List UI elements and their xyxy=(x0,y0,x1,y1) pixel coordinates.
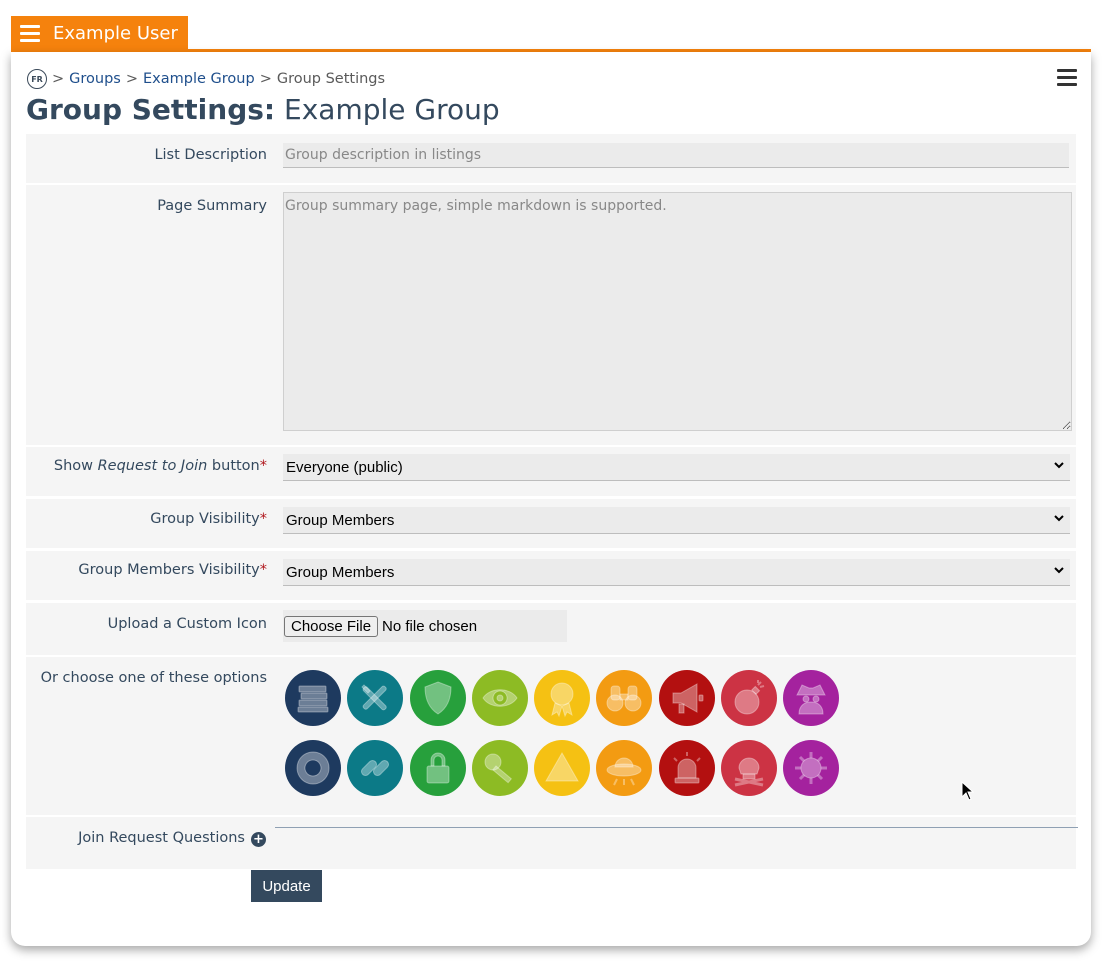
content-panel: FR > Groups > Example Group > Group Sett… xyxy=(11,52,1091,946)
icon-grid xyxy=(285,670,840,796)
page-menu-icon[interactable] xyxy=(1057,69,1077,86)
members-visibility-label: Group Members Visibility* xyxy=(78,562,267,578)
members-visibility-select[interactable]: Group Members xyxy=(283,559,1070,586)
add-question-icon[interactable]: + xyxy=(251,832,266,847)
user-menu-tab[interactable]: Example User xyxy=(11,16,188,51)
breadcrumb-group-link[interactable]: Example Group xyxy=(143,71,255,87)
list-description-input[interactable] xyxy=(283,143,1069,168)
breadcrumb-separator: > xyxy=(259,71,272,87)
life-ring-icon[interactable] xyxy=(285,740,341,796)
questions-divider xyxy=(275,827,1078,828)
eye-icon[interactable] xyxy=(471,670,528,726)
update-button[interactable]: Update xyxy=(251,870,322,902)
file-upload: Choose File No file chosen xyxy=(283,610,567,642)
breadcrumb-current: Group Settings xyxy=(276,71,386,87)
breadcrumb-groups-link[interactable]: Groups xyxy=(69,71,121,87)
file-status: No file chosen xyxy=(382,617,478,635)
megaphone-icon[interactable] xyxy=(658,670,715,726)
chevron-down-icon xyxy=(1054,462,1064,469)
home-logo-icon[interactable]: FR xyxy=(27,69,47,89)
page-title-prefix: Group Settings: xyxy=(26,93,276,126)
books-icon[interactable] xyxy=(285,670,341,726)
custom-icon-label: Upload a Custom Icon xyxy=(107,616,267,632)
award-icon[interactable] xyxy=(534,670,591,726)
breadcrumb-separator: > xyxy=(125,71,139,87)
lock-icon[interactable] xyxy=(409,740,466,796)
members-visibility-selected: Group Members xyxy=(286,563,395,581)
request-to-join-row: Show Request to Join button* Everyone (p… xyxy=(26,447,1076,496)
choose-file-button[interactable]: Choose File xyxy=(284,615,379,637)
page-title: Group Settings: Example Group xyxy=(26,93,500,126)
hamburger-menu-icon[interactable] xyxy=(20,25,40,42)
members-visibility-row: Group Members Visibility* Group Members xyxy=(26,551,1076,600)
page-summary-label: Page Summary xyxy=(157,198,267,214)
binoculars-icon[interactable] xyxy=(596,670,653,726)
request-to-join-select[interactable]: Everyone (public) xyxy=(283,454,1070,481)
user-name: Example User xyxy=(53,23,178,44)
breadcrumb-separator: > xyxy=(52,71,65,87)
icon-options-row: Or choose one of these options xyxy=(26,657,1076,815)
list-description-row: List Description xyxy=(26,134,1076,183)
mouse-cursor-icon xyxy=(961,781,975,801)
virus-icon[interactable] xyxy=(783,740,840,796)
join-questions-label: Join Request Questions + xyxy=(78,830,266,847)
page-summary-textarea[interactable] xyxy=(283,192,1072,431)
list-description-label: List Description xyxy=(154,147,267,163)
icon-options-label: Or choose one of these options xyxy=(40,670,267,686)
ufo-icon[interactable] xyxy=(596,740,653,796)
custom-icon-row: Upload a Custom Icon Choose File No file… xyxy=(26,603,1076,655)
group-visibility-label: Group Visibility* xyxy=(150,511,267,527)
chevron-down-icon xyxy=(1054,567,1064,574)
breadcrumb: FR > Groups > Example Group > Group Sett… xyxy=(27,69,385,89)
chevron-down-icon xyxy=(1054,515,1064,522)
link-icon[interactable] xyxy=(347,740,404,796)
request-to-join-label: Show Request to Join button* xyxy=(53,458,267,474)
group-visibility-row: Group Visibility* Group Members xyxy=(26,499,1076,548)
group-visibility-selected: Group Members xyxy=(286,511,395,529)
bomb-icon[interactable] xyxy=(721,670,778,726)
skull-icon[interactable] xyxy=(721,740,778,796)
tools-icon[interactable] xyxy=(347,670,404,726)
join-questions-row: Join Request Questions + xyxy=(26,817,1076,869)
siren-icon[interactable] xyxy=(658,740,715,796)
group-visibility-select[interactable]: Group Members xyxy=(283,507,1070,534)
page-summary-row: Page Summary xyxy=(26,185,1076,445)
page-title-group: Example Group xyxy=(284,93,500,126)
spy-icon[interactable] xyxy=(783,670,840,726)
warning-icon[interactable] xyxy=(534,740,591,796)
request-to-join-selected: Everyone (public) xyxy=(286,458,403,476)
key-icon[interactable] xyxy=(471,740,528,796)
shield-icon[interactable] xyxy=(409,670,466,726)
